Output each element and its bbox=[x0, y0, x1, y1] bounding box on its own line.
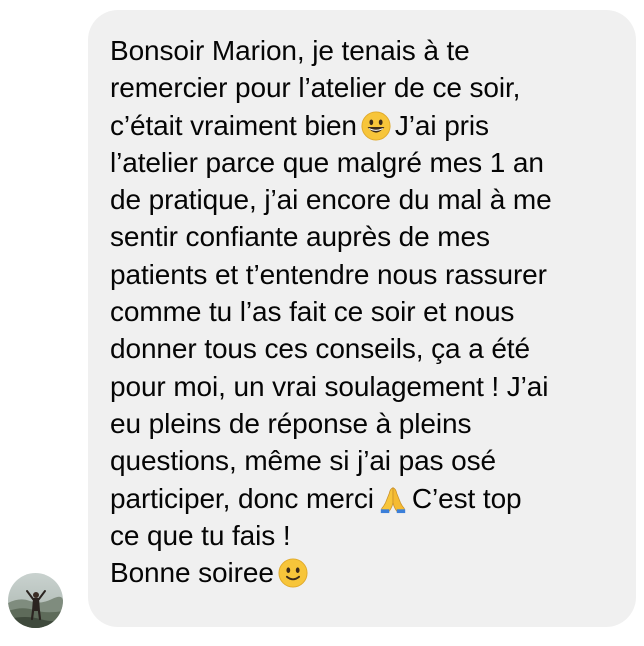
message-line: ce que tu fais ! bbox=[110, 519, 291, 551]
message-line: pour moi, un vrai soulagement ! J’ai bbox=[110, 370, 549, 402]
avatar-photo bbox=[8, 573, 63, 628]
message-bubble[interactable]: Bonsoir Marion, je tenais à te remercier… bbox=[88, 10, 636, 627]
folded-hands-emoji bbox=[380, 486, 406, 513]
message-line: participer, donc merci C’est top bbox=[110, 480, 616, 517]
message-line: Bonsoir Marion, je tenais à te bbox=[110, 35, 470, 66]
message-line: questions, même si j’ai pas osé bbox=[110, 445, 496, 477]
message-text: C’est top bbox=[411, 482, 522, 514]
message-thread: Bonsoir Marion, je tenais à te remercier… bbox=[0, 0, 644, 646]
message-text: Bonne soiree bbox=[110, 557, 274, 589]
message-line: Bonne soiree bbox=[110, 554, 616, 591]
message-line: donner tous ces conseils, ça a été bbox=[110, 333, 530, 365]
grinning-face-emoji bbox=[361, 111, 391, 141]
message-line: de pratique, j’ai encore du mal à me bbox=[110, 184, 552, 216]
message-line: remercier pour l’atelier de ce soir, bbox=[110, 72, 521, 104]
message-line: comme tu l’as fait ce soir et nous bbox=[110, 296, 515, 328]
message-line: l’atelier parce que malgré mes 1 an bbox=[110, 146, 544, 178]
slightly-smiling-face-emoji bbox=[278, 558, 308, 588]
message-line: eu pleins de réponse à pleins bbox=[110, 407, 472, 439]
message-line: c’était vraiment bien J’ai pris bbox=[110, 107, 616, 144]
message-text: participer, donc merci bbox=[110, 482, 374, 514]
message-text: c’était vraiment bien bbox=[110, 109, 357, 141]
message-line: patients et t’entendre nous rassurer bbox=[110, 258, 547, 290]
message-text: J’ai pris bbox=[394, 109, 489, 141]
sender-avatar[interactable] bbox=[8, 573, 63, 628]
message-line: sentir confiante auprès de mes bbox=[110, 221, 490, 253]
